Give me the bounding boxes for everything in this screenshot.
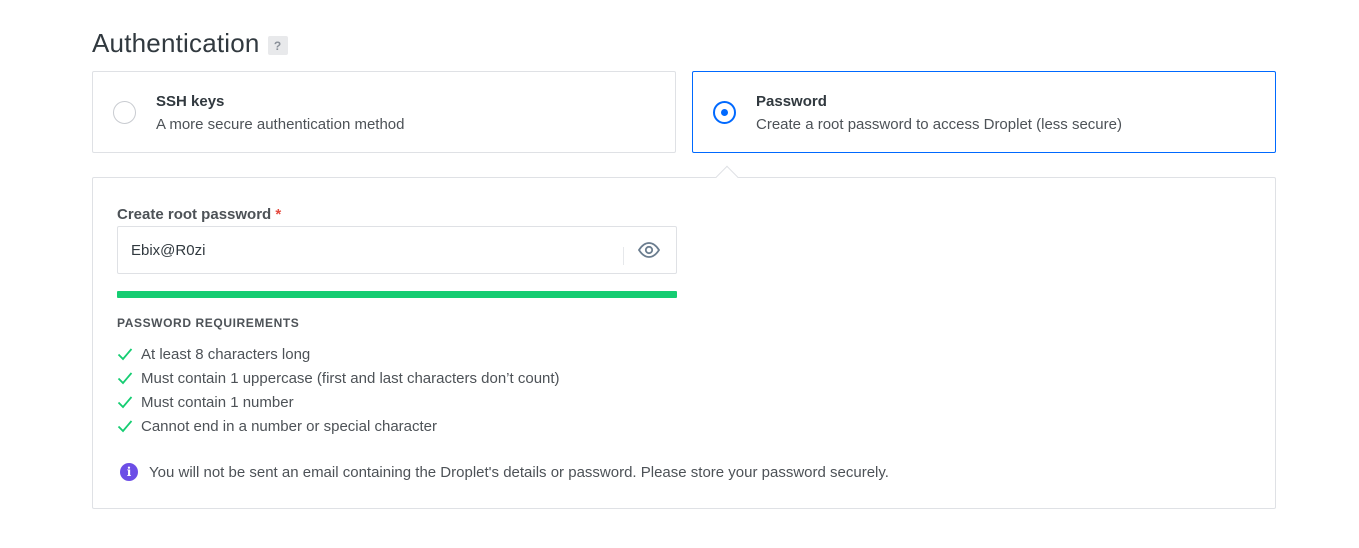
help-icon[interactable]: ? — [267, 36, 288, 55]
notice-text: You will not be sent an email containing… — [149, 463, 889, 481]
input-divider — [623, 247, 624, 265]
password-option[interactable]: Password Create a root password to acces… — [692, 71, 1276, 153]
ssh-keys-title: SSH keys — [156, 93, 225, 110]
authentication-section: Authentication ? SSH keys A more secure … — [92, 0, 1276, 548]
requirements-heading: PASSWORD REQUIREMENTS — [117, 316, 300, 330]
ssh-keys-radio[interactable] — [113, 101, 136, 124]
requirement-text: At least 8 characters long — [141, 345, 311, 363]
check-icon — [117, 372, 133, 385]
password-label-text: Create root password — [117, 206, 272, 223]
requirement-item: Cannot end in a number or special charac… — [117, 414, 560, 438]
requirement-item: At least 8 characters long — [117, 342, 560, 366]
requirement-text: Cannot end in a number or special charac… — [141, 417, 438, 435]
password-description: Create a root password to access Droplet… — [756, 116, 1122, 133]
radio-selected-dot — [721, 109, 728, 116]
section-title: Authentication — [92, 28, 260, 58]
password-strength-bar — [117, 291, 677, 298]
ssh-keys-option[interactable]: SSH keys A more secure authentication me… — [92, 71, 676, 153]
requirements-list: At least 8 characters long Must contain … — [117, 342, 560, 438]
requirement-text: Must contain 1 number — [141, 393, 294, 411]
email-notice: i You will not be sent an email containi… — [120, 463, 889, 481]
password-radio[interactable] — [713, 101, 736, 124]
panel-caret — [715, 165, 739, 189]
password-field-label: Create root password * — [117, 206, 281, 223]
check-icon — [117, 420, 133, 433]
check-icon — [117, 348, 133, 361]
password-input-wrapper — [117, 226, 677, 274]
requirement-text: Must contain 1 uppercase (first and last… — [141, 369, 560, 387]
requirement-item: Must contain 1 uppercase (first and last… — [117, 366, 560, 390]
required-marker: * — [275, 206, 282, 223]
requirement-item: Must contain 1 number — [117, 390, 560, 414]
password-panel: Create root password * PASSWORD REQUIREM… — [92, 165, 1276, 509]
password-title: Password — [756, 93, 827, 110]
check-icon — [117, 396, 133, 409]
ssh-keys-description: A more secure authentication method — [156, 116, 405, 133]
section-heading: Authentication ? — [92, 28, 288, 59]
eye-icon[interactable] — [637, 239, 661, 261]
root-password-input[interactable] — [118, 227, 623, 273]
info-icon: i — [120, 463, 138, 481]
password-strength-fill — [117, 291, 677, 298]
